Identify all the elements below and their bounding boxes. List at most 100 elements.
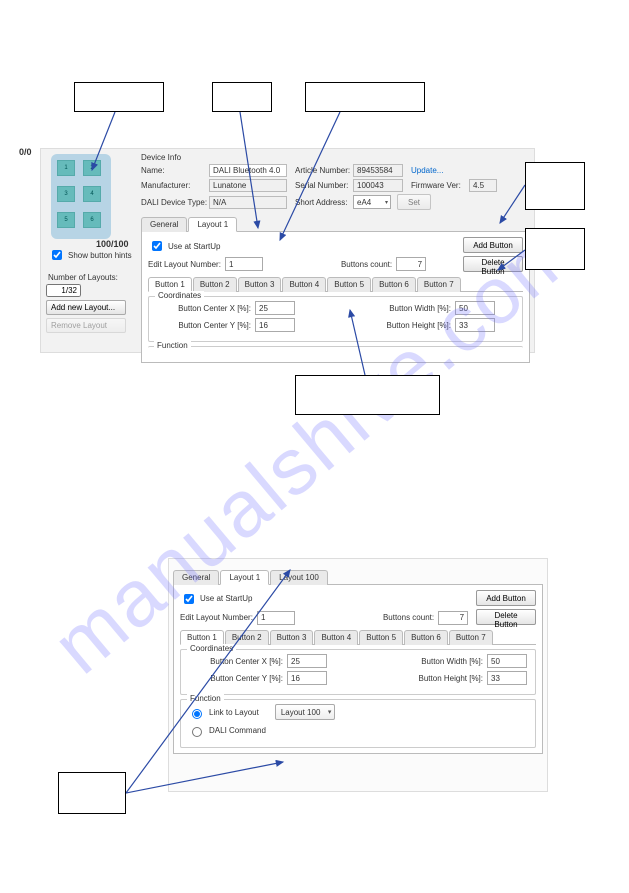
delete-button[interactable]: Delete Button	[476, 609, 536, 625]
button-tab[interactable]: Button 1	[180, 630, 224, 645]
callout-box-3	[305, 82, 425, 112]
bcx-field[interactable]: 25	[255, 301, 295, 315]
bcy-label: Button Center Y [%]:	[187, 674, 287, 683]
tab-layout-100[interactable]: Layout 100	[270, 570, 328, 585]
add-new-layout-button[interactable]: Add new Layout...	[46, 300, 126, 315]
callout-box-2	[212, 82, 272, 112]
button-tab[interactable]: Button 1	[148, 277, 192, 292]
bw-label: Button Width [%]:	[397, 657, 487, 666]
tab-layout-1[interactable]: Layout 1	[188, 217, 237, 232]
bcy-field[interactable]: 16	[255, 318, 295, 332]
bh-label: Button Height [%]:	[397, 674, 487, 683]
function-group-title: Function	[154, 341, 191, 350]
callout-box-1	[74, 82, 164, 112]
preview-button: 4	[83, 186, 101, 202]
use-at-startup-checkbox[interactable]	[152, 241, 162, 251]
num-layouts-label: Number of Layouts:	[48, 273, 136, 282]
tab-general[interactable]: General	[173, 570, 219, 585]
callout-box-6	[295, 375, 440, 415]
button-tab[interactable]: Button 6	[404, 630, 448, 645]
button-tab[interactable]: Button 5	[327, 277, 371, 292]
devtype-label: DALI Device Type:	[141, 198, 209, 207]
tab-general[interactable]: General	[141, 217, 187, 232]
bcy-field[interactable]: 16	[287, 671, 327, 685]
link-to-layout-select[interactable]: Layout 100	[275, 704, 336, 720]
button-tab[interactable]: Button 7	[449, 630, 493, 645]
serial-field: 100043	[353, 179, 403, 192]
button-tab[interactable]: Button 2	[225, 630, 269, 645]
bcx-label: Button Center X [%]:	[187, 657, 287, 666]
manufacturer-field: Lunatone	[209, 179, 287, 192]
button-tab[interactable]: Button 7	[417, 277, 461, 292]
remove-layout-button[interactable]: Remove Layout	[46, 318, 126, 333]
fw-label: Firmware Ver:	[411, 181, 469, 190]
edit-layout-label: Edit Layout Number:	[148, 260, 221, 269]
function-group-title: Function	[187, 694, 224, 703]
preview-button: 2	[83, 160, 101, 176]
add-button[interactable]: Add Button	[463, 237, 523, 253]
article-label: Article Number:	[295, 166, 353, 175]
button-tab[interactable]: Button 3	[270, 630, 314, 645]
bcx-field[interactable]: 25	[287, 654, 327, 668]
layout-preview: 1 2 3 4 5 6	[51, 154, 111, 239]
link-to-layout-label: Link to Layout	[209, 708, 259, 717]
coordinates-group-title: Coordinates	[155, 291, 204, 300]
short-address-select[interactable]: eA4	[353, 195, 391, 209]
set-button[interactable]: Set	[397, 194, 431, 210]
preview-button: 3	[57, 186, 75, 202]
button-tab[interactable]: Button 3	[238, 277, 282, 292]
edit-layout-number-field[interactable]: 1	[225, 257, 263, 271]
name-label: Name:	[141, 166, 209, 175]
button-tab[interactable]: Button 2	[193, 277, 237, 292]
dali-command-label: DALI Command	[209, 726, 266, 735]
use-at-startup-label: Use at StartUp	[200, 594, 252, 603]
preview-button: 5	[57, 212, 75, 228]
device-info-title: Device Info	[141, 153, 530, 162]
buttons-count-field[interactable]: 7	[438, 611, 468, 625]
shortaddr-label: Short Address:	[295, 198, 353, 207]
bw-field[interactable]: 50	[487, 654, 527, 668]
bh-field[interactable]: 33	[455, 318, 495, 332]
tab-layout-1[interactable]: Layout 1	[220, 570, 269, 585]
num-layouts-field[interactable]	[46, 284, 81, 297]
devtype-field: N/A	[209, 196, 287, 209]
bcy-label: Button Center Y [%]:	[155, 321, 255, 330]
delete-button[interactable]: Delete Button	[463, 256, 523, 272]
button-tab[interactable]: Button 5	[359, 630, 403, 645]
callout-box-7	[58, 772, 126, 814]
bh-field[interactable]: 33	[487, 671, 527, 685]
name-field[interactable]: DALI Bluetooth 4.0	[209, 164, 287, 177]
edit-layout-number-field[interactable]: 1	[257, 611, 295, 625]
edit-layout-label: Edit Layout Number:	[180, 613, 253, 622]
add-button[interactable]: Add Button	[476, 590, 536, 606]
use-at-startup-label: Use at StartUp	[168, 242, 220, 251]
buttons-count-field[interactable]: 7	[396, 257, 426, 271]
button-tab[interactable]: Button 6	[372, 277, 416, 292]
bw-field[interactable]: 50	[455, 301, 495, 315]
bcx-label: Button Center X [%]:	[155, 304, 255, 313]
coordinates-group-title: Coordinates	[187, 644, 236, 653]
preview-button: 1	[57, 160, 75, 176]
show-hints-checkbox[interactable]	[52, 250, 62, 260]
screenshot-2: General Layout 1 Layout 100 Use at Start…	[168, 558, 548, 792]
dali-command-radio[interactable]	[192, 727, 202, 737]
buttons-count-label: Buttons count:	[341, 260, 392, 269]
bh-label: Button Height [%]:	[365, 321, 455, 330]
preview-button: 6	[83, 212, 101, 228]
button-tab[interactable]: Button 4	[314, 630, 358, 645]
fw-field: 4.5	[469, 179, 497, 192]
buttons-count-label: Buttons count:	[383, 613, 434, 622]
show-hints-label: Show button hints	[68, 251, 132, 260]
serial-label: Serial Number:	[295, 181, 353, 190]
bw-label: Button Width [%]:	[365, 304, 455, 313]
coord-bottom-right: 100/100	[96, 239, 129, 249]
manufacturer-label: Manufacturer:	[141, 181, 209, 190]
callout-box-4	[525, 162, 585, 210]
link-to-layout-radio[interactable]	[192, 709, 202, 719]
update-link[interactable]: Update...	[411, 166, 443, 175]
callout-box-5	[525, 228, 585, 270]
article-field: 89453584	[353, 164, 403, 177]
use-at-startup-checkbox[interactable]	[184, 594, 194, 604]
button-tab[interactable]: Button 4	[282, 277, 326, 292]
coord-top-left: 0/0	[19, 147, 32, 157]
